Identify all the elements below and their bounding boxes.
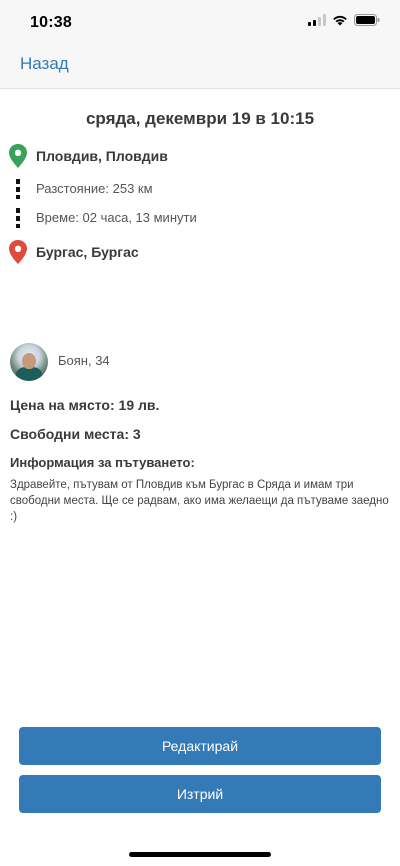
edit-button[interactable]: Редактирай	[19, 727, 381, 765]
navigation-bar: Назад	[0, 44, 400, 89]
status-icons	[308, 14, 380, 26]
driver-name-age: Боян, 34	[58, 353, 110, 368]
route-connector	[16, 208, 20, 228]
avatar-face	[22, 353, 36, 369]
status-bar: 10:38	[0, 0, 400, 44]
route-connector	[16, 179, 20, 199]
avatar[interactable]	[10, 343, 48, 381]
map-pin-icon	[9, 144, 27, 168]
delete-button[interactable]: Изтрий	[19, 775, 381, 813]
trip-info-heading: Информация за пътуването:	[10, 455, 195, 470]
battery-icon	[354, 14, 380, 26]
route-duration: Време: 02 часа, 13 минути	[36, 210, 197, 225]
route-distance: Разстояние: 253 км	[36, 181, 153, 196]
home-indicator	[129, 852, 271, 857]
route-from-row: Пловдив, Пловдив	[8, 144, 168, 168]
trip-info-text: Здравейте, пътувам от Пловдив към Бургас…	[10, 479, 389, 523]
back-button[interactable]: Назад	[20, 54, 69, 74]
route-to-row: Бургас, Бургас	[8, 240, 139, 264]
trip-date-title: сряда, декември 19 в 10:15	[85, 109, 315, 128]
route-to-label: Бургас, Бургас	[36, 244, 139, 260]
route-from-label: Пловдив, Пловдив	[36, 148, 168, 164]
signal-icon	[308, 14, 326, 26]
status-time: 10:38	[30, 14, 72, 31]
avatar-body	[16, 367, 42, 381]
map-pin-icon	[9, 240, 27, 264]
price-per-seat: Цена на място: 19 лв.	[10, 397, 160, 413]
free-seats: Свободни места: 3	[10, 426, 141, 442]
wifi-icon	[333, 15, 347, 26]
